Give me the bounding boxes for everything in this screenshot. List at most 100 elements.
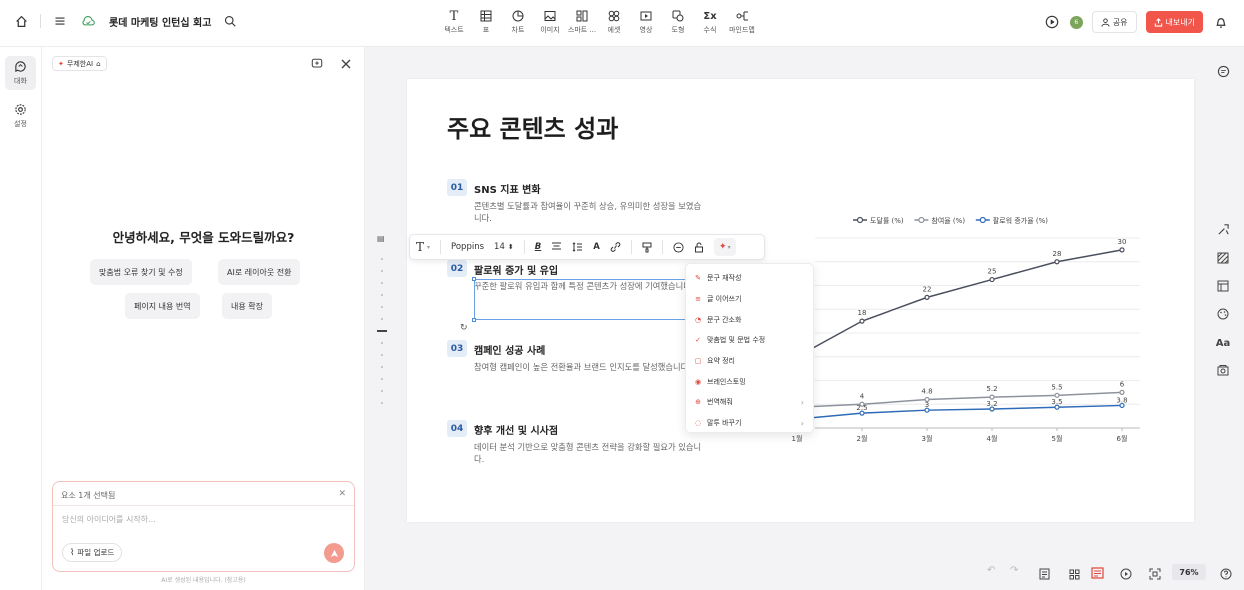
suggestion-layout-switch[interactable]: AI로 레이아웃 전환 [218,259,301,285]
menu-item-spelling-grammar[interactable]: ✓ 맞춤법 및 문법 수정 [686,330,813,351]
chart-x-tick-label: 4월 [987,434,998,443]
chart-legend-label: 참여율 (%) [931,216,965,225]
send-button[interactable] [324,543,344,563]
resize-handle[interactable] [472,277,476,281]
menu-icon[interactable] [51,12,69,30]
section-title[interactable]: 캠페인 성공 사례 [474,342,545,357]
export-button[interactable]: 내보내기 [1145,11,1203,33]
tool-chart[interactable]: 차트 [502,9,534,35]
shape-icon [670,9,686,23]
tool-video[interactable]: 영상 [630,9,662,35]
rail-settings[interactable]: 설정 [5,99,36,133]
export-icon [1154,17,1162,27]
tool-text[interactable]: T 텍스트 [438,9,470,35]
chart-data-label: 2.5 [856,404,867,412]
line-chart[interactable]: 1월 2월 3월 4월 5월 6월 18 22 25 28 30 4 4.8 5.2 5.5 6 2.5 3 3.2… [755,208,1150,448]
bell-icon[interactable] [1212,13,1230,31]
chat-input[interactable]: 당신의 아이디어를 시작하... [62,514,156,525]
menu-item-simplify[interactable]: ◔ 문구 간소화 [686,309,813,330]
chevron-down-icon: ▾ [727,243,731,251]
share-button[interactable]: 공유 [1091,11,1137,33]
resize-handle[interactable] [472,318,476,322]
menu-item-translate[interactable]: ⊕ 번역해줘 › [686,392,813,413]
search-icon[interactable] [221,12,239,30]
ai-disclaimer: AI로 생성된 내용입니다. (참고용) [161,577,246,584]
menu-item-brainstorm[interactable]: ◉ 브레인스토밍 [686,371,813,392]
fit-screen-icon[interactable] [1149,565,1161,584]
chart-data-label: 22 [923,285,932,293]
formula-icon: Σx [703,10,717,22]
top-bar-right: 6 공유 내보내기 [1043,11,1230,33]
chart-data-label: 3.5 [1051,398,1062,406]
document-title[interactable]: 롯데 마케팅 인턴십 회고 [109,14,211,29]
close-icon[interactable] [339,57,353,71]
tool-shape[interactable]: 도형 [662,9,694,35]
tool-formula[interactable]: Σx 수식 [694,9,726,35]
link-icon[interactable] [610,242,621,252]
format-painter-icon[interactable] [642,242,652,253]
divider [440,240,442,254]
new-chat-icon[interactable] [310,57,324,71]
suggestion-expand-content[interactable]: 내용 확장 [222,293,272,319]
text-color-icon[interactable]: A [593,242,600,252]
slide-view-icon[interactable] [1091,564,1104,583]
home-icon[interactable] [12,12,30,30]
media-icon[interactable] [1215,362,1231,378]
bold-icon[interactable]: B [535,242,541,252]
tool-assets[interactable]: 에셋 [598,9,630,35]
ai-assist-button[interactable]: ✦ ▾ [713,238,736,256]
align-center-icon[interactable] [551,242,562,252]
chart-legend-marker [856,216,864,224]
section-title[interactable]: SNS 지표 변화 [474,181,541,196]
section-title[interactable]: 향후 개선 및 시사점 [474,422,558,437]
ruler-marker[interactable] [377,330,387,332]
section-title[interactable]: 팔로워 증가 및 유입 [474,262,558,277]
layout-panel-icon[interactable] [1215,278,1231,294]
chart-legend-label: 도달률 (%) [870,217,904,225]
notes-icon[interactable] [1039,565,1050,584]
present-icon[interactable] [1120,565,1132,584]
menu-item-continue-writing[interactable]: ≡ 글 이어쓰기 [686,289,813,310]
unlimited-ai-badge[interactable]: ✦ 무제한AI ⌂ [52,56,107,71]
line-spacing-icon[interactable] [572,242,583,252]
menu-item-summarize[interactable]: ▢ 요약 정리 [686,351,813,372]
help-icon[interactable] [1220,565,1232,584]
zoom-level[interactable]: 76% [1172,564,1206,580]
grid-view-icon[interactable] [1069,565,1080,584]
avatar[interactable]: 6 [1069,15,1083,29]
font-settings-icon[interactable]: Aa [1215,335,1231,351]
menu-item-change-tone[interactable]: ◌ 말투 바꾸기 › [686,413,813,434]
tool-mindmap[interactable]: 마인드맵 [726,9,758,35]
tool-smart-layout[interactable]: 스마트 ... [566,9,598,35]
section-description[interactable]: 참여형 캠페인이 높은 전환율과 브랜드 인지도를 달성했습니다. [474,361,706,373]
file-upload-button[interactable]: ⌇ 파일 업로드 [62,543,123,562]
rotate-handle-icon[interactable]: ↻ [460,323,468,333]
clear-selection-icon[interactable]: ✕ [338,489,346,499]
comments-icon[interactable] [1215,63,1231,79]
theme-palette-icon[interactable] [1215,306,1231,322]
chart-x-tick-label: 5월 [1052,434,1063,443]
suggestion-spellcheck[interactable]: 맞춤법 오류 찾기 및 수정 [90,259,192,285]
font-size-stepper[interactable]: 14 ⬍ [494,242,514,252]
play-icon[interactable] [1043,13,1061,31]
tool-image[interactable]: 이미지 [534,9,566,35]
slide-title[interactable]: 주요 콘텐츠 성과 [447,109,618,144]
rail-chat[interactable]: 대화 [5,56,36,90]
suggestion-translate-page[interactable]: 페이지 내용 번역 [125,293,200,319]
font-family-dropdown[interactable]: Poppins [451,242,484,252]
selection-box[interactable] [472,277,690,322]
section-description[interactable]: 콘텐츠별 도달률과 참여율이 꾸준히 상승, 유의미한 성장을 보였습니다. [474,200,706,224]
redo-icon[interactable]: ↷ [1010,565,1018,576]
undo-icon[interactable]: ↶ [987,565,995,576]
menu-item-rewrite[interactable]: ✎ 문구 재작성 [686,268,813,289]
animation-icon[interactable] [1215,221,1231,237]
text-style-dropdown[interactable]: T ▾ [416,240,430,254]
ai-chat-panel: ✦ 무제한AI ⌂ 안녕하세요, 무엇을 도와드릴까요? 맞춤법 오류 찾기 및… [42,47,365,590]
section-description[interactable]: 데이터 분석 기반으로 맞춤형 콘텐츠 전략을 강화할 필요가 있습니다. [474,441,706,465]
layout-icon[interactable]: ▤ [377,234,385,243]
section-number: 04 [447,420,467,437]
unlock-icon[interactable] [694,242,704,253]
comment-icon[interactable] [673,241,684,253]
tool-table[interactable]: 표 [470,9,502,35]
background-pattern-icon[interactable] [1215,250,1231,266]
